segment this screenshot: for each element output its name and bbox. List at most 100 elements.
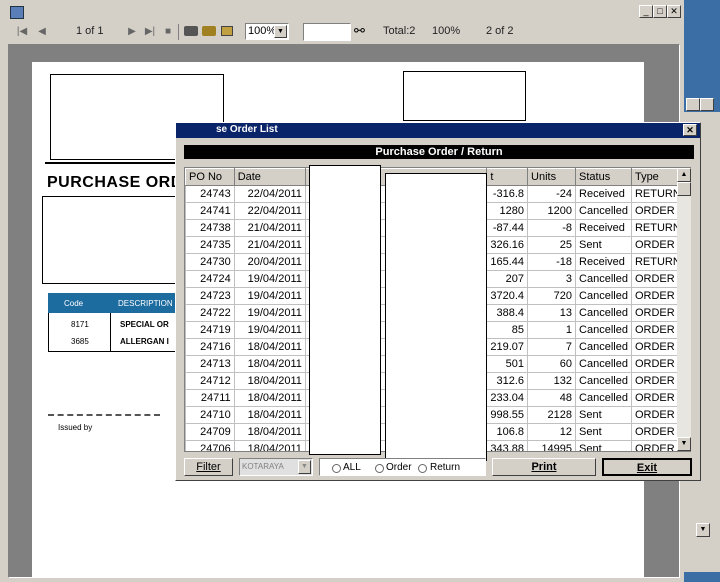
scroll-down-icon[interactable]: ▼ (696, 523, 710, 537)
code-column-header: Code (64, 299, 84, 308)
page-counter: 1 of 1 (76, 25, 104, 37)
print-button[interactable]: Print (492, 458, 596, 476)
print-setup-icon[interactable] (202, 26, 216, 36)
description-column-header: DESCRIPTION (118, 299, 173, 308)
total-label: Total:2 (383, 25, 416, 37)
col-po-no[interactable]: PO No (185, 168, 235, 186)
store-select[interactable]: KOTARAYA ▼ (239, 458, 313, 476)
cell-amount: 312.6 (486, 372, 529, 390)
cell-status: Cancelled (575, 389, 632, 407)
col-units[interactable]: Units (527, 168, 577, 186)
cell-po: 24712 (185, 372, 235, 390)
purchase-order-list-dialog: se Order List ✕ Purchase Order / Return … (175, 122, 701, 481)
prev-page-icon[interactable]: ◀ (36, 26, 48, 38)
cell-date: 18/04/2011 (233, 423, 306, 441)
cell-amount: 85 (486, 321, 529, 339)
cell-units: 12 (527, 423, 577, 441)
dialog-titlebar: se Order List ✕ (176, 123, 700, 138)
report-row-desc: SPECIAL OR (120, 320, 169, 329)
scroll-down-icon[interactable]: ▼ (677, 437, 691, 451)
radio-all[interactable] (332, 464, 341, 473)
cell-amount: 207 (486, 270, 529, 288)
cell-date: 18/04/2011 (233, 440, 306, 451)
zoom-value: 100% (248, 25, 277, 37)
cell-po: 24730 (185, 253, 235, 271)
report-col-divider (110, 313, 111, 351)
scroll-thumb[interactable] (677, 182, 691, 196)
issued-by-label: Issued by (58, 423, 93, 432)
close-button[interactable] (700, 98, 714, 111)
zoom-select[interactable]: 100% ▼ (245, 23, 289, 40)
last-page-icon[interactable]: ▶| (144, 26, 156, 38)
cell-amount: 165.44 (486, 253, 529, 271)
viewer-toolbar: |◀ ◀ 1 of 1 ▶ ▶| ■ 100% ▼ ⚯ Total:2 100%… (6, 20, 680, 44)
cell-status: Cancelled (575, 304, 632, 322)
report-row-desc: ALLERGAN I (120, 337, 169, 346)
cell-date: 20/04/2011 (233, 253, 306, 271)
cell-units: 132 (527, 372, 577, 390)
maximize-button[interactable]: □ (653, 5, 667, 18)
first-page-icon[interactable]: |◀ (16, 26, 28, 38)
cell-status: Cancelled (575, 372, 632, 390)
cell-po: 24724 (185, 270, 235, 288)
chevron-down-icon[interactable]: ▼ (298, 460, 311, 474)
radio-order[interactable] (375, 464, 384, 473)
radio-order-label: Order (386, 462, 412, 473)
cell-units: -24 (527, 185, 577, 203)
close-icon[interactable]: ✕ (683, 124, 697, 136)
cell-date: 21/04/2011 (233, 219, 306, 237)
cell-date: 19/04/2011 (233, 304, 306, 322)
cell-amount: 233.04 (486, 389, 529, 407)
report-table-header: Code DESCRIPTION (48, 293, 184, 313)
close-button[interactable]: ✕ (667, 5, 681, 18)
chevron-down-icon[interactable]: ▼ (274, 25, 287, 38)
scroll-up-icon[interactable]: ▲ (677, 168, 691, 182)
export-icon[interactable] (221, 26, 233, 36)
print-icon[interactable] (184, 26, 198, 36)
cell-po: 24706 (185, 440, 235, 451)
cell-units: 720 (527, 287, 577, 305)
signature-line (48, 414, 160, 416)
redaction-box-left (309, 165, 381, 455)
cell-date: 19/04/2011 (233, 270, 306, 288)
cell-po: 24722 (185, 304, 235, 322)
address-box (42, 196, 190, 284)
cell-date: 19/04/2011 (233, 287, 306, 305)
radio-return[interactable] (418, 464, 427, 473)
filter-button[interactable]: Filter (184, 458, 233, 476)
viewer-titlebar: _ □ ✕ (0, 0, 684, 22)
cell-status: Sent (575, 423, 632, 441)
cell-status: Cancelled (575, 355, 632, 373)
grid-scrollbar[interactable]: ▲ ▼ (677, 168, 691, 451)
cell-amount: 343.88 (486, 440, 529, 451)
cell-status: Cancelled (575, 338, 632, 356)
cell-po: 24710 (185, 406, 235, 424)
col-status[interactable]: Status (575, 168, 632, 186)
cell-units: 2128 (527, 406, 577, 424)
binoculars-icon[interactable]: ⚯ (354, 23, 365, 39)
cell-units: 7 (527, 338, 577, 356)
restore-button[interactable] (686, 98, 700, 111)
report-row-code: 3685 (71, 337, 89, 346)
cell-status: Sent (575, 406, 632, 424)
page-of-label: 2 of 2 (486, 25, 514, 37)
minimize-button[interactable]: _ (639, 5, 653, 18)
find-input[interactable] (303, 23, 351, 41)
stop-icon[interactable]: ■ (162, 26, 174, 38)
cell-po: 24709 (185, 423, 235, 441)
next-page-icon[interactable]: ▶ (126, 26, 138, 38)
header-box-right (403, 71, 526, 121)
exit-button[interactable]: Exit (602, 458, 692, 476)
col-date[interactable]: Date (233, 168, 306, 186)
cell-po: 24711 (185, 389, 235, 407)
cell-po: 24741 (185, 202, 235, 220)
cell-date: 21/04/2011 (233, 236, 306, 254)
cell-date: 18/04/2011 (233, 389, 306, 407)
col-amount[interactable]: t (486, 168, 529, 186)
cell-date: 18/04/2011 (233, 355, 306, 373)
cell-po: 24719 (185, 321, 235, 339)
cell-amount: -87.44 (486, 219, 529, 237)
cell-date: 18/04/2011 (233, 406, 306, 424)
dialog-title: se Order List (216, 124, 278, 135)
cell-units: 1 (527, 321, 577, 339)
